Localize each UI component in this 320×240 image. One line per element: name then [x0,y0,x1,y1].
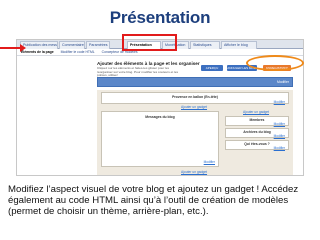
sidebar-edit-link[interactable]: Modifier [274,134,285,138]
highlight-layout-tab [122,34,177,51]
blog-posts-title: Messages du blog [145,115,175,119]
arrow-icon [0,47,22,49]
slide-caption: Modifiez l’aspect visuel de votre blog e… [8,184,299,218]
tab-stats[interactable]: Statistiques [190,41,220,49]
navbar-element[interactable]: Modifier [97,77,293,87]
sidebar-gadget-profile[interactable]: Qui êtes-vous ? Modifier [225,140,289,150]
add-gadget-link-top[interactable]: Ajouter un gadget [181,105,207,109]
sidebar-edit-link[interactable]: Modifier [274,146,285,150]
tab-settings[interactable]: Paramètres [86,41,110,49]
tab-comments[interactable]: Commentaires [59,41,85,49]
sidebar-edit-link[interactable]: Modifier [274,122,285,126]
header-gadget-title: Provence en ballon (En-tête) [172,95,218,99]
highlight-save-oval [246,55,304,71]
preview-button[interactable]: APERÇU [201,65,223,71]
arrow-head-icon [20,44,26,52]
blog-posts-gadget[interactable]: Messages du blog Modifier [101,111,219,167]
subtab-edit-html[interactable]: Modifier le code HTML [61,50,95,54]
layout-canvas: Provence en ballon (En-tête) Modifier Aj… [97,90,293,175]
header-gadget[interactable]: Provence en ballon (En-tête) Modifier [101,92,289,104]
blog-posts-edit-link[interactable]: Modifier [204,160,215,164]
tab-view-blog[interactable]: Afficher le blog [221,41,257,49]
add-gadget-link-footer[interactable]: Ajouter un gadget [181,170,207,174]
sidebar-gadget-followers[interactable]: Membres Modifier [225,116,289,126]
sidebar-gadget-archive[interactable]: Archives du blog Modifier [225,128,289,138]
add-gadget-link-sidebar[interactable]: Ajouter un gadget [243,110,269,114]
slide-title: Présentation [109,8,211,27]
navbar-edit-link[interactable]: Modifier [277,80,289,84]
header-edit-link[interactable]: Modifier [274,100,285,104]
